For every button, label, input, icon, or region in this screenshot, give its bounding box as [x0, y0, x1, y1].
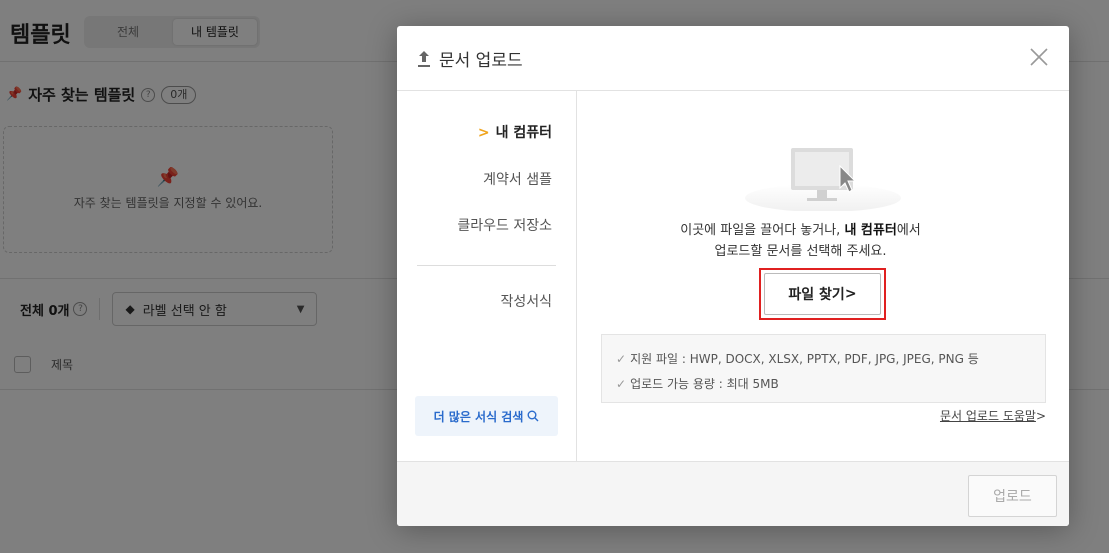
chevron-right-icon: > — [1035, 409, 1046, 423]
sidebar-divider — [417, 265, 556, 266]
close-icon[interactable] — [1029, 47, 1049, 67]
max-size-text: 업로드 가능 용량 : 최대 5MB — [630, 377, 779, 391]
find-button-highlight: 파일 찾기 > — [759, 268, 886, 320]
chevron-right-icon: > — [477, 125, 490, 141]
check-icon: ✓ — [616, 377, 627, 391]
supported-files-text: 지원 파일 : HWP, DOCX, XLSX, PPTX, PDF, JPG,… — [630, 352, 979, 366]
help-link-text: 문서 업로드 도움말 — [939, 409, 1036, 423]
dialog-footer: 업로드 — [397, 461, 1069, 526]
dialog-sidebar: > 내 컴퓨터 계약서 샘플 클라우드 저장소 작성서식 더 많은 서식 검색 — [397, 91, 577, 461]
upload-icon — [418, 50, 430, 67]
upload-button[interactable]: 업로드 — [968, 475, 1057, 517]
dialog-title-text: 문서 업로드 — [439, 51, 523, 71]
search-icon — [527, 410, 539, 422]
find-file-button[interactable]: 파일 찾기 > — [764, 273, 881, 315]
upload-dialog: 문서 업로드 > 내 컴퓨터 계약서 샘플 클라우드 저장소 작성서식 더 많은 … — [397, 26, 1069, 526]
sidebar-item-label: 내 컴퓨터 — [495, 125, 552, 141]
drop-text-bold: 내 컴퓨터 — [844, 223, 897, 238]
upload-info-box: ✓ 지원 파일 : HWP, DOCX, XLSX, PPTX, PDF, JP… — [601, 334, 1046, 403]
drop-text-suffix: 에서 — [896, 223, 921, 238]
dialog-main[interactable]: 이곳에 파일을 끌어다 놓거나, 내 컴퓨터에서 업로드할 문서를 선택해 주세… — [578, 91, 1069, 461]
dialog-title: 문서 업로드 — [417, 46, 523, 71]
sidebar-item-cloud-storage[interactable]: 클라우드 저장소 — [457, 215, 552, 235]
upload-help-link[interactable]: 문서 업로드 도움말> — [940, 407, 1046, 424]
computer-monitor-icon — [745, 148, 901, 211]
supported-files-line: ✓ 지원 파일 : HWP, DOCX, XLSX, PPTX, PDF, JP… — [616, 347, 1031, 372]
max-size-line: ✓ 업로드 가능 용량 : 최대 5MB — [616, 372, 1031, 397]
more-forms-search-button[interactable]: 더 많은 서식 검색 — [415, 396, 558, 436]
sidebar-item-contract-samples[interactable]: 계약서 샘플 — [483, 169, 552, 189]
drop-instructions: 이곳에 파일을 끌어다 놓거나, 내 컴퓨터에서 업로드할 문서를 선택해 주세… — [578, 220, 1023, 262]
chevron-right-icon: > — [844, 286, 857, 302]
sidebar-item-writing-forms[interactable]: 작성서식 — [500, 291, 552, 311]
drop-text-line2: 업로드할 문서를 선택해 주세요. — [714, 244, 887, 259]
find-file-label: 파일 찾기 — [788, 287, 845, 303]
more-forms-label: 더 많은 서식 검색 — [433, 409, 524, 424]
check-icon: ✓ — [616, 352, 627, 366]
sidebar-item-my-computer[interactable]: > 내 컴퓨터 — [478, 122, 552, 142]
drop-text-prefix: 이곳에 파일을 끌어다 놓거나, — [680, 223, 845, 238]
dialog-header: 문서 업로드 — [397, 26, 1069, 91]
